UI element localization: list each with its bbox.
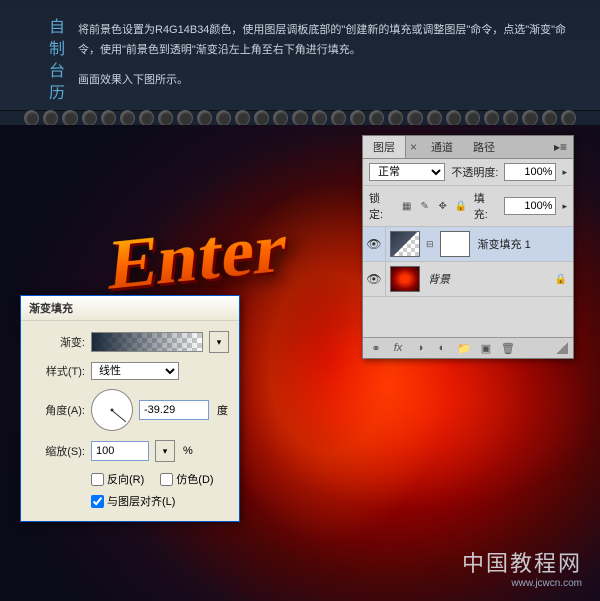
watermark: 中国教程网 www.jcwcn.com xyxy=(462,546,582,589)
layer-thumb-mask[interactable] xyxy=(440,231,470,257)
lock-icons: ▦ ✎ ✥ 🔒 xyxy=(400,199,468,213)
fill-label: 填充: xyxy=(474,190,499,222)
layers-footer: ⚭ fx ◑ ◐ 📁 ▣ 🗑 xyxy=(363,337,573,358)
scale-label: 缩放(S): xyxy=(31,443,85,459)
layer-thumb-gradient[interactable] xyxy=(390,231,420,257)
tutorial-page: 自制台历 将前景色设置为R4G14B34颜色，使用图层调板底部的"创建新的填充或… xyxy=(0,0,600,600)
angle-label: 角度(A): xyxy=(31,402,85,418)
tab-channels[interactable]: 通道 xyxy=(421,136,463,158)
dialog-title: 渐变填充 xyxy=(21,296,239,321)
layer-gradient-fill[interactable]: 👁 ⊟ 渐变填充 1 xyxy=(363,227,573,262)
mask-icon[interactable]: ◑ xyxy=(412,341,428,355)
tab-paths[interactable]: 路径 xyxy=(463,136,505,158)
align-checkbox[interactable]: 与图层对齐(L) xyxy=(91,493,175,509)
layers-panel[interactable]: 图层 × 通道 路径 ▸≡ 正常 不透明度: ▸ 锁定: ▦ ✎ ✥ 🔒 填充:… xyxy=(362,135,574,359)
layer-list: 👁 ⊟ 渐变填充 1 👁 背景 🔒 xyxy=(363,227,573,337)
gradient-label: 渐变: xyxy=(31,334,85,350)
blend-opacity-row: 正常 不透明度: ▸ xyxy=(363,159,573,186)
tab-close-icon[interactable]: × xyxy=(406,140,421,154)
style-select[interactable]: 线性 xyxy=(91,362,179,380)
resize-corner-icon[interactable] xyxy=(556,342,568,354)
scale-dropdown-icon[interactable]: ▾ xyxy=(155,440,175,462)
instruction-line-2: 画面效果入下图所示。 xyxy=(78,70,570,90)
style-label: 样式(T): xyxy=(31,363,85,379)
lock-fill-row: 锁定: ▦ ✎ ✥ 🔒 填充: ▸ xyxy=(363,186,573,227)
opacity-arrow-icon[interactable]: ▸ xyxy=(562,167,567,178)
opacity-input[interactable] xyxy=(504,163,556,181)
reverse-checkbox[interactable]: 反向(R) xyxy=(91,471,144,487)
gradient-preview[interactable] xyxy=(91,332,203,352)
scale-input[interactable] xyxy=(91,441,149,461)
instruction-line-1: 将前景色设置为R4G14B34颜色，使用图层调板底部的"创建新的填充或调整图层"… xyxy=(78,20,570,60)
link-icon[interactable]: ⊟ xyxy=(423,239,437,250)
lock-position-icon[interactable]: ✥ xyxy=(436,199,450,213)
fill-arrow-icon[interactable]: ▸ xyxy=(562,201,567,212)
panel-menu-icon[interactable]: ▸≡ xyxy=(548,140,573,154)
layer-thumb-bg[interactable] xyxy=(390,266,420,292)
blend-mode-select[interactable]: 正常 xyxy=(369,163,445,181)
opacity-label: 不透明度: xyxy=(451,164,498,180)
spiral-binding xyxy=(0,111,600,125)
adjustment-icon[interactable]: ◐ xyxy=(434,341,450,355)
side-title: 自制台历 xyxy=(42,18,66,106)
layer-name: 背景 xyxy=(424,271,555,287)
group-icon[interactable]: 📁 xyxy=(456,341,472,355)
angle-unit: 度 xyxy=(215,402,228,418)
link-layers-icon[interactable]: ⚭ xyxy=(368,341,384,355)
tab-layers[interactable]: 图层 xyxy=(363,136,406,158)
watermark-url: www.jcwcn.com xyxy=(462,578,582,589)
dither-checkbox[interactable]: 仿色(D) xyxy=(160,471,213,487)
lock-transparent-icon[interactable]: ▦ xyxy=(400,199,414,213)
scale-unit: % xyxy=(181,445,193,457)
header: 自制台历 将前景色设置为R4G14B34颜色，使用图层调板底部的"创建新的填充或… xyxy=(0,0,600,111)
visibility-icon[interactable]: 👁 xyxy=(363,262,386,296)
angle-input[interactable] xyxy=(139,400,209,420)
panel-tabs: 图层 × 通道 路径 ▸≡ xyxy=(363,136,573,159)
new-layer-icon[interactable]: ▣ xyxy=(478,341,494,355)
lock-pixels-icon[interactable]: ✎ xyxy=(418,199,432,213)
gradient-dropdown-icon[interactable]: ▾ xyxy=(209,331,229,353)
gradient-fill-dialog[interactable]: 渐变填充 渐变: ▾ 样式(T): 线性 角度(A): 度 缩放(S): xyxy=(20,295,240,522)
trash-icon[interactable]: 🗑 xyxy=(500,341,516,355)
lock-label: 锁定: xyxy=(369,190,394,222)
angle-widget[interactable] xyxy=(91,389,133,431)
fill-input[interactable] xyxy=(504,197,556,215)
lock-icon: 🔒 xyxy=(555,274,573,285)
layer-name: 渐变填充 1 xyxy=(474,236,573,252)
watermark-cn: 中国教程网 xyxy=(462,546,582,578)
lock-all-icon[interactable]: 🔒 xyxy=(454,199,468,213)
layer-background[interactable]: 👁 背景 🔒 xyxy=(363,262,573,297)
instructions: 将前景色设置为R4G14B34颜色，使用图层调板底部的"创建新的填充或调整图层"… xyxy=(78,20,570,90)
fx-icon[interactable]: fx xyxy=(390,341,406,355)
visibility-icon[interactable]: 👁 xyxy=(363,227,386,261)
